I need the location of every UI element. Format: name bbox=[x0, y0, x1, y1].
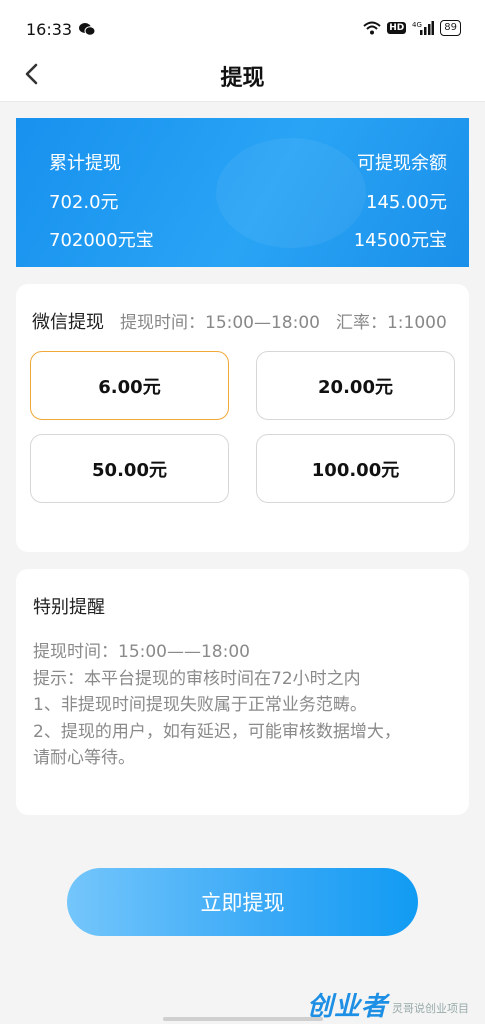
network-label: 4G bbox=[412, 21, 422, 29]
notice-line: 1、非提现时间提现失败属于正常业务范畴。 bbox=[33, 695, 367, 715]
page-title: 提现 bbox=[220, 66, 265, 91]
amount-option-20[interactable]: 20.00元 bbox=[256, 351, 455, 420]
available-balance-bao: 14500元宝 bbox=[353, 230, 447, 251]
exchange-rate-info: 汇率：1:1000 bbox=[335, 313, 447, 333]
total-withdrawn-yuan: 702.0元 bbox=[49, 192, 119, 213]
card-watermark bbox=[216, 138, 366, 248]
notice-line: 2、提现的用户，如有延迟，可能审核数据增大， bbox=[33, 721, 401, 742]
total-withdrawn-bao: 702000元宝 bbox=[49, 230, 154, 251]
notice-line: 请耐心等待。 bbox=[33, 748, 135, 768]
notice-card: 特别提醒 提现时间：15:00——18:00 提示：本平台提现的审核时间在72小… bbox=[16, 569, 469, 815]
status-icons: HD 4G 89 bbox=[363, 20, 461, 36]
withdraw-now-button[interactable]: 立即提现 bbox=[67, 868, 418, 936]
available-balance-yuan: 145.00元 bbox=[366, 192, 447, 213]
nav-bar: 提现 bbox=[0, 48, 485, 102]
home-indicator bbox=[163, 1017, 323, 1021]
total-withdrawn-label: 累计提现 bbox=[49, 153, 121, 174]
notice-lines: 提现时间：15:00——18:00 提示：本平台提现的审核时间在72小时之内 1… bbox=[33, 639, 457, 772]
withdraw-options-card: 微信提现 提现时间：15:00—18:00 汇率：1:1000 6.00元 20… bbox=[16, 284, 469, 552]
wechat-icon bbox=[79, 23, 95, 36]
signal-icon: 4G bbox=[412, 21, 435, 35]
amount-option-50[interactable]: 50.00元 bbox=[30, 434, 229, 503]
notice-title: 特别提醒 bbox=[33, 597, 105, 618]
notice-line: 提现时间：15:00——18:00 bbox=[33, 642, 250, 662]
amount-option-6[interactable]: 6.00元 bbox=[30, 351, 229, 420]
amount-option-100[interactable]: 100.00元 bbox=[256, 434, 455, 503]
watermark-subtitle: 灵哥说创业项目 bbox=[392, 1002, 469, 1015]
status-time: 16:33 bbox=[26, 20, 73, 39]
withdraw-header: 微信提现 提现时间：15:00—18:00 汇率：1:1000 bbox=[32, 308, 461, 334]
notice-line: 提示：本平台提现的审核时间在72小时之内 bbox=[33, 668, 361, 689]
hd-badge: HD bbox=[387, 22, 407, 34]
withdraw-time-info: 提现时间：15:00—18:00 bbox=[120, 313, 320, 333]
battery-icon: 89 bbox=[440, 20, 461, 36]
wifi-icon bbox=[363, 21, 381, 35]
balance-card: 累计提现 可提现余额 702.0元 145.00元 702000元宝 14500… bbox=[16, 118, 469, 267]
withdraw-method: 微信提现 bbox=[32, 312, 104, 333]
available-balance-label: 可提现余额 bbox=[357, 153, 447, 174]
